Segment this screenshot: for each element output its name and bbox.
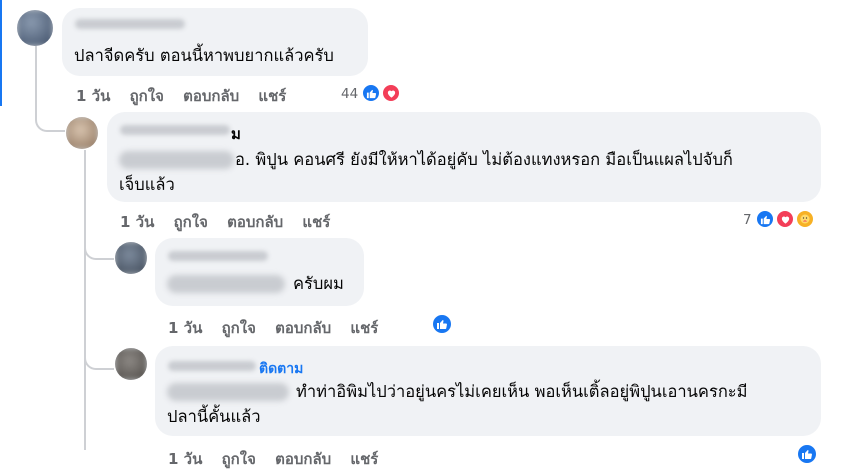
comment-text: ครับผม [293,274,344,293]
reaction-count[interactable]: 44 [341,86,358,102]
like-icon[interactable] [796,443,818,465]
thread-line-2 [84,150,86,450]
share-button[interactable]: แชร์ [258,87,286,105]
timestamp[interactable]: 1 วัน [168,450,202,468]
reaction-count[interactable]: 7 [743,212,752,228]
comment-bubble: ปลาจีดครับ ตอนนี้หาพบยากแล้วครับ [62,8,368,76]
avatar[interactable] [115,348,147,380]
like-button[interactable]: ถูกใจ [174,213,208,231]
author-name[interactable] [75,19,185,29]
thread-connector-2 [84,230,114,260]
care-icon[interactable] [795,209,815,229]
avatar[interactable] [66,117,98,149]
timestamp[interactable]: 1 วัน [120,213,154,231]
comment-bubble: ครับผม [155,238,364,306]
reply-button[interactable]: ตอบกลับ [275,450,331,468]
mention-tag[interactable] [167,383,289,401]
author-name-suffix[interactable]: ม [231,122,241,146]
like-button[interactable]: ถูกใจ [222,319,256,337]
share-button[interactable]: แชร์ [350,319,378,337]
like-button[interactable]: ถูกใจ [222,450,256,468]
mention-tag[interactable] [119,151,234,169]
comment-text-line2: ปลานี้คั้นแล้ว [167,407,261,426]
like-button[interactable]: ถูกใจ [130,87,164,105]
comment-actions: 1 วัน ถูกใจ ตอบกลับ แชร์ [120,210,344,234]
like-icon[interactable] [755,209,775,229]
share-button[interactable]: แชร์ [350,450,378,468]
reply-button[interactable]: ตอบกลับ [275,319,331,337]
comment-actions: 1 วัน ถูกใจ ตอบกลับ แชร์ [76,84,300,108]
author-name[interactable] [168,361,256,371]
comment-bubble: ม อ. พิปูน คอนศรี ยังมีให้หาได้อยู่คับ ไ… [107,112,821,202]
like-icon[interactable] [361,83,381,103]
comment-actions: 1 วัน ถูกใจ ตอบกลับ แชร์ [168,447,392,471]
mention-tag[interactable] [167,275,285,293]
timestamp[interactable]: 1 วัน [168,319,202,337]
thread-connector-3 [84,340,114,370]
author-name[interactable] [120,125,230,135]
left-accent-bar [0,0,2,106]
love-icon[interactable] [775,209,795,229]
share-button[interactable]: แชร์ [302,213,330,231]
love-icon[interactable] [381,83,401,103]
comment-text-line2: เจ็บแล้ว [119,175,175,194]
like-icon[interactable] [431,313,453,335]
comment-actions: 1 วัน ถูกใจ ตอบกลับ แชร์ [168,316,392,340]
reply-button[interactable]: ตอบกลับ [227,213,283,231]
author-name[interactable] [168,251,268,261]
reply-button[interactable]: ตอบกลับ [183,87,239,105]
timestamp[interactable]: 1 วัน [76,87,110,105]
follow-link[interactable]: ติดตาม [259,358,303,380]
comment-bubble: ติดตาม ทำท่าอิพิมไปว่าอยู่นครไม่เคยเห็น … [155,346,821,436]
comment-text: ปลาจีดครับ ตอนนี้หาพบยากแล้วครับ [74,46,334,65]
comment-text-line1: อ. พิปูน คอนศรี ยังมีให้หาได้อยู่คับ ไม่… [235,150,733,169]
thread-connector [35,100,65,132]
avatar[interactable] [115,242,147,274]
comment-text-line1: ทำท่าอิพิมไปว่าอยู่นครไม่เคยเห็น พอเห็นเ… [296,382,748,401]
avatar[interactable] [17,10,53,46]
